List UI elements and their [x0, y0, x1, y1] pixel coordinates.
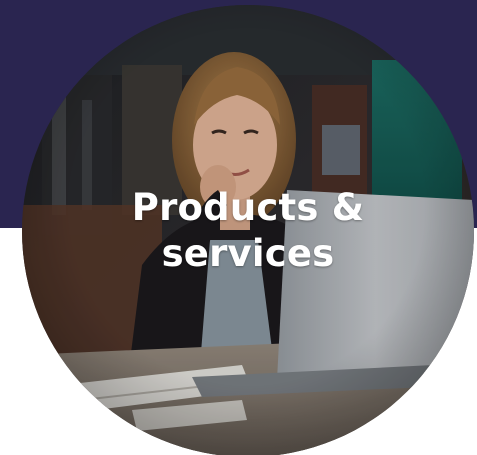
products-services-card[interactable]: Products & services: [22, 5, 474, 455]
card-title: Products & services: [22, 185, 474, 277]
card-title-line-1: Products &: [131, 186, 365, 229]
card-title-line-2: services: [161, 232, 335, 275]
page: Products & services: [0, 0, 477, 455]
